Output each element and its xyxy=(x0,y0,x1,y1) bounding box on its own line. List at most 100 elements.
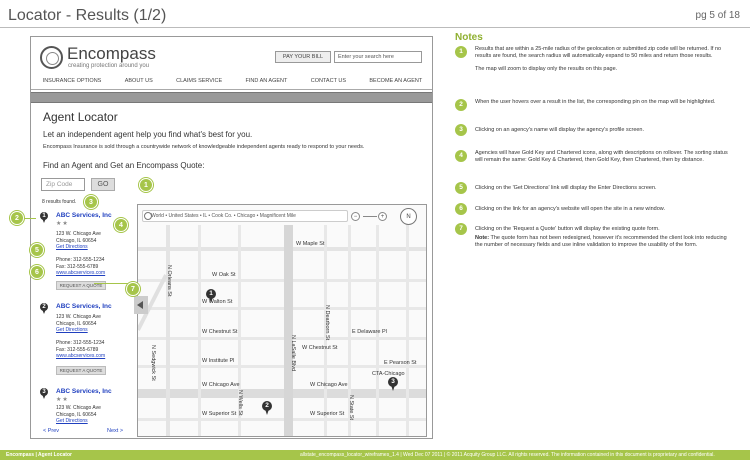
map-breadcrumb[interactable]: World • United States • IL • Cook Co. • … xyxy=(142,210,348,222)
zoom-slider[interactable] xyxy=(363,216,377,217)
note-number: 4 xyxy=(455,150,467,162)
note-number: 3 xyxy=(455,124,467,136)
agency-website-link[interactable]: www.abcservices.com xyxy=(56,270,105,277)
street-label: W Chicago Ave xyxy=(310,382,348,388)
street-label: E Pearson St xyxy=(384,360,417,366)
nav-find-an-agent[interactable]: FIND AN AGENT xyxy=(246,75,288,87)
page-description: Encompass Insurance is sold through a co… xyxy=(43,144,365,150)
note-item: 6 Clicking on the link for an agency's w… xyxy=(455,203,745,217)
street-label: W Chestnut St xyxy=(302,345,338,351)
agency-address: 123 W. Chicago Ave Chicago, IL 60654 Get… xyxy=(56,405,101,425)
get-directions-link[interactable]: Get Directions xyxy=(56,418,101,425)
callout-marker: 4 xyxy=(114,218,128,232)
agency-address: 123 W. Chicago Ave Chicago, IL 60654 Get… xyxy=(56,231,101,251)
street-label: W Maple St xyxy=(296,241,325,247)
callout-marker: 1 xyxy=(139,178,153,192)
next-page-link[interactable]: Next > xyxy=(107,428,123,434)
request-quote-button[interactable]: REQUEST A QUOTE xyxy=(56,366,106,375)
map-pin-icon[interactable]: 1 xyxy=(206,289,216,303)
collapse-list-arrow-icon[interactable] xyxy=(134,296,148,314)
note-item: 4 Agencies will have Gold Key and Charte… xyxy=(455,150,745,178)
map-pin-icon[interactable]: 2 xyxy=(262,401,272,415)
note-number: 2 xyxy=(455,99,467,111)
map-pin-icon[interactable]: 3 xyxy=(388,377,398,391)
hero-band xyxy=(31,92,432,103)
street-label: W Superior St xyxy=(202,411,237,417)
street-label: W Chestnut St xyxy=(202,329,238,335)
pay-bill-button[interactable]: PAY YOUR BILL xyxy=(275,51,331,63)
get-directions-link[interactable]: Get Directions xyxy=(56,244,101,251)
zoom-out-button[interactable]: − xyxy=(351,212,360,221)
note-label: Note: xyxy=(475,235,490,241)
agency-name-link[interactable]: ABC Services, Inc xyxy=(56,303,112,310)
callout-marker: 7 xyxy=(126,282,140,296)
note-item: 7 Clicking on the 'Request a Quote' butt… xyxy=(455,223,745,263)
result-pin-icon: 1 xyxy=(40,212,48,223)
footer-info: allstate_encompass_locator_wireframes_1.… xyxy=(300,452,715,458)
nav-become-an-agent[interactable]: BECOME AN AGENT xyxy=(369,75,422,87)
callout-marker: 2 xyxy=(10,211,24,225)
nav-about-us[interactable]: ABOUT US xyxy=(125,75,153,87)
go-button[interactable]: GO xyxy=(91,178,115,191)
page-heading: Agent Locator xyxy=(43,110,118,124)
results-map[interactable]: World • United States • IL • Cook Co. • … xyxy=(137,204,427,437)
street-label: E Delaware Pl xyxy=(352,329,387,335)
header-divider xyxy=(0,27,750,28)
agency-contact: Phone: 312-555-1234 Fax: 312-555-6789 ww… xyxy=(56,257,106,277)
street-label: W Oak St xyxy=(212,272,236,278)
note-text: When the user hovers over a result in th… xyxy=(475,99,716,105)
agency-contact: Phone: 312-555-1234 Fax: 312-555-6789 ww… xyxy=(56,340,106,360)
globe-icon xyxy=(144,212,152,220)
main-nav: INSURANCE OPTIONS ABOUT US CLAIMS SERVIC… xyxy=(31,75,432,87)
result-pin-icon: 3 xyxy=(40,388,48,399)
logo-tagline: creating protection around you xyxy=(68,63,150,69)
result-item: 2 ABC Services, Inc 123 W. Chicago Ave C… xyxy=(40,303,132,383)
compass-icon[interactable]: N xyxy=(400,208,417,225)
callout-marker: 6 xyxy=(30,265,44,279)
note-number: 1 xyxy=(455,46,467,58)
agency-name-link[interactable]: ABC Services, Inc xyxy=(56,388,112,395)
street-label: N LaSalle Blvd xyxy=(290,335,296,372)
note-text: The map will zoom to display only the re… xyxy=(475,66,618,72)
zoom-in-button[interactable]: + xyxy=(378,212,387,221)
page-subheading: Let an independent agent help you find w… xyxy=(43,130,253,139)
street-label: W Institute Pl xyxy=(202,358,235,364)
result-item: 3 ABC Services, Inc ★★ 123 W. Chicago Av… xyxy=(40,388,132,424)
map-streets-drawing xyxy=(138,225,426,436)
nav-insurance-options[interactable]: INSURANCE OPTIONS xyxy=(43,75,102,87)
agency-rating-icons[interactable]: ★★ xyxy=(56,220,69,227)
note-text: Clicking on the 'Request a Quote' button… xyxy=(475,226,660,232)
street-label: W Chicago Ave xyxy=(202,382,240,388)
agency-address: 123 W. Chicago Ave Chicago, IL 60654 Get… xyxy=(56,314,101,334)
note-number: 5 xyxy=(455,182,467,194)
note-text: Clicking on the 'Get Directions' link wi… xyxy=(475,185,657,191)
street-label: N Dearborn St xyxy=(324,305,330,341)
notes-heading: Notes xyxy=(455,32,483,43)
nav-claims-service[interactable]: CLAIMS SERVICE xyxy=(176,75,222,87)
agency-rating-icons[interactable]: ★★ xyxy=(56,396,69,403)
agency-website-link[interactable]: www.abcservices.com xyxy=(56,353,105,360)
wireframe-frame: Encompass creating protection around you… xyxy=(30,36,433,439)
note-text: Results that are within a 25-mile radius… xyxy=(475,46,722,59)
nav-divider xyxy=(31,89,432,90)
street-label: N Sedgwick St xyxy=(150,345,156,381)
site-search-input[interactable]: Enter your search here xyxy=(334,51,422,63)
prev-page-link[interactable]: < Prev xyxy=(43,428,59,434)
nav-contact-us[interactable]: CONTACT US xyxy=(311,75,346,87)
zip-code-input[interactable]: Zip Code xyxy=(41,178,85,191)
note-text: Clicking on an agency's name will displa… xyxy=(475,127,645,133)
callout-marker: 5 xyxy=(30,243,44,257)
encompass-logo-icon xyxy=(40,46,63,69)
agency-name-link[interactable]: ABC Services, Inc xyxy=(56,212,112,219)
page-number: pg 5 of 18 xyxy=(695,10,740,21)
note-number: 7 xyxy=(455,223,467,235)
document-title: Locator - Results (1/2) xyxy=(8,7,167,24)
footer-bar: Encompass | Agent Locator allstate_encom… xyxy=(0,450,750,460)
note-number: 6 xyxy=(455,203,467,215)
note-item: 5 Clicking on the 'Get Directions' link … xyxy=(455,182,745,196)
note-item: 2 When the user hovers over a result in … xyxy=(455,99,745,119)
logo-name[interactable]: Encompass xyxy=(67,44,156,64)
note-item: 1 Results that are within a 25-mile radi… xyxy=(455,46,745,96)
callout-connector xyxy=(94,283,130,284)
get-directions-link[interactable]: Get Directions xyxy=(56,327,101,334)
